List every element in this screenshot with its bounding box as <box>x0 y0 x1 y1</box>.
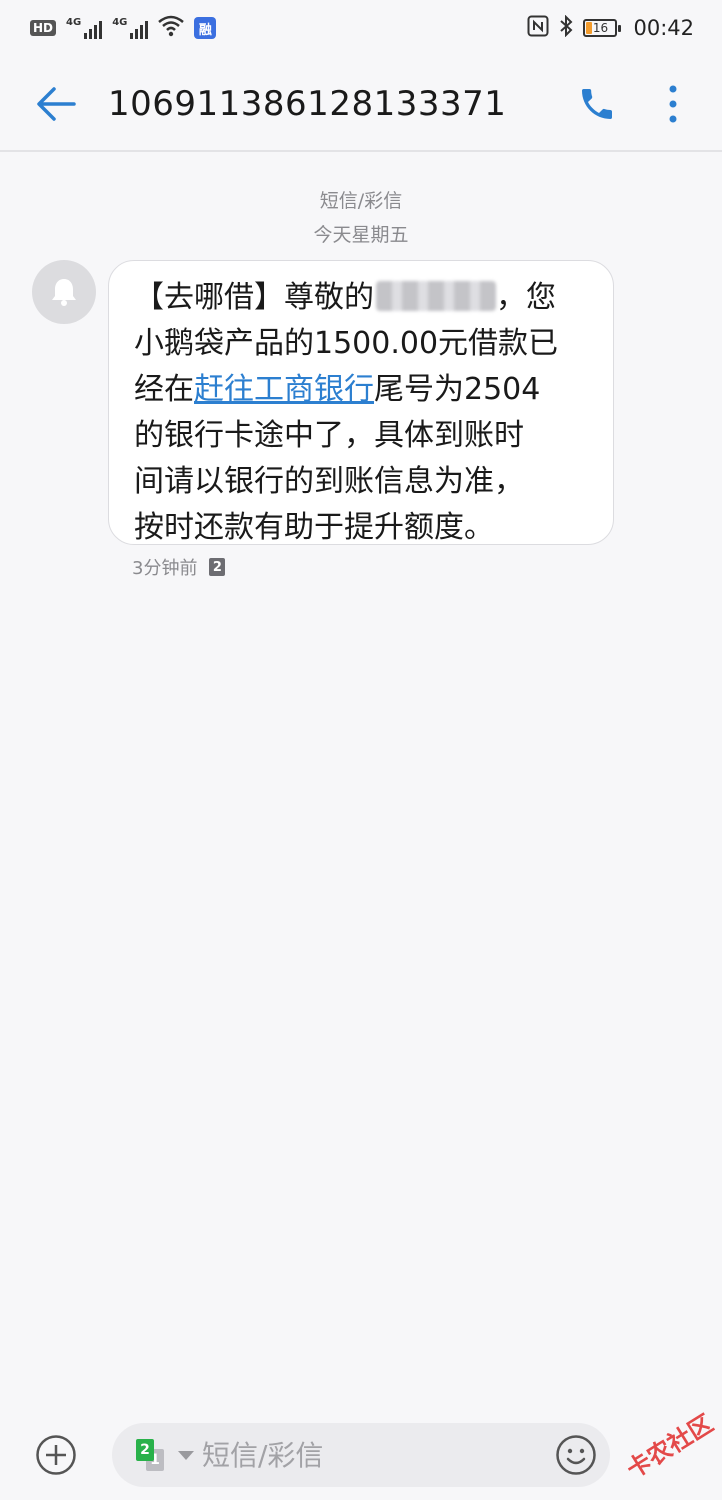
nfc-icon <box>527 15 549 41</box>
more-options-button[interactable] <box>648 79 698 129</box>
plus-circle-icon <box>36 1435 76 1475</box>
signal-icon-2: 4G <box>112 17 149 39</box>
sim-card-icon: 2 <box>209 558 226 576</box>
status-right: 16 00:42 <box>527 14 694 41</box>
sim-2-icon: 2 <box>136 1439 154 1461</box>
message-type-label: 短信/彩信 <box>319 190 403 212</box>
add-attachment-button[interactable] <box>34 1433 78 1477</box>
message-line: 经在赶往工商银行尾号为2504 <box>134 372 541 407</box>
back-button[interactable] <box>34 82 78 126</box>
signal-icon-1: 4G <box>66 17 103 39</box>
more-vertical-icon <box>669 85 677 123</box>
message-line: 【去哪借】尊敬的 ，您 <box>134 280 556 315</box>
status-left: HD 4G 4G 融 <box>30 15 217 41</box>
message-timestamp: 3分钟前 <box>132 558 198 579</box>
message-line: 的银行卡途中了，具体到账时 <box>134 418 524 453</box>
emoji-button[interactable] <box>554 1433 598 1477</box>
message-line: 小鹅袋产品的1500.00元借款已 <box>134 326 559 361</box>
hd-icon: HD <box>30 20 57 36</box>
wifi-icon <box>158 15 185 41</box>
message-link[interactable]: 赶往工商银行 <box>194 372 374 407</box>
header-divider <box>0 150 722 152</box>
app-notification-icon: 融 <box>194 17 217 39</box>
smiley-icon <box>556 1435 596 1475</box>
compose-input-container: 1 2 <box>112 1423 610 1487</box>
date-separator: 今天星期五 <box>313 224 409 246</box>
status-clock: 00:42 <box>633 16 694 40</box>
bluetooth-icon <box>559 14 573 41</box>
battery-icon: 16 <box>583 19 622 37</box>
message-footer: 3分钟前 2 <box>132 554 226 580</box>
sim-switch-button[interactable]: 1 2 <box>134 1437 172 1473</box>
contact-number-title: 106911386128133371 <box>108 84 507 124</box>
status-bar: HD 4G 4G 融 16 00:42 <box>0 0 722 56</box>
call-button[interactable] <box>572 79 622 129</box>
chevron-down-icon[interactable] <box>178 1450 194 1460</box>
message-line: 按时还款有助于提升额度。 <box>134 510 494 545</box>
phone-icon <box>582 89 612 119</box>
message-bubble[interactable]: 【去哪借】尊敬的 ，您 小鹅袋产品的1500.00元借款已 经在赶往工商银行尾号为… <box>108 260 614 545</box>
compose-bar: 1 2 <box>0 1410 722 1500</box>
back-arrow-icon <box>37 87 76 121</box>
conversation-header: 106911386128133371 <box>0 56 722 152</box>
message-input[interactable] <box>202 1438 554 1472</box>
message-line: 间请以银行的到账信息为准， <box>134 464 524 499</box>
redacted-name <box>376 281 496 311</box>
bell-icon <box>52 279 76 306</box>
sender-avatar[interactable] <box>32 260 96 324</box>
